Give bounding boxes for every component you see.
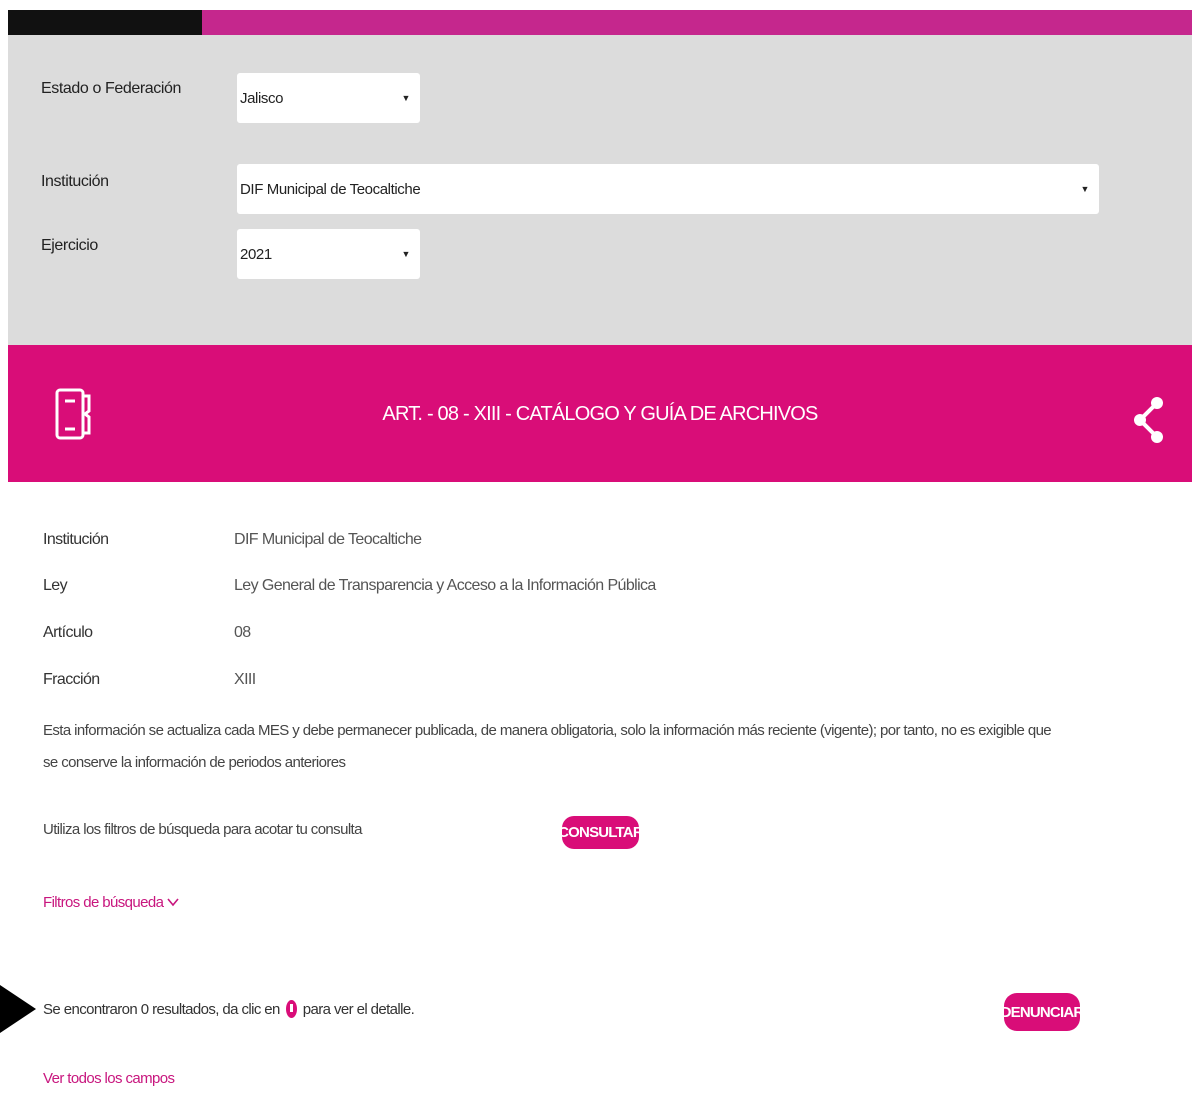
results-summary: Se encontraron 0 resultados, da clic en … [43,1000,415,1018]
ver-todos-campos-link[interactable]: Ver todos los campos [43,1070,175,1087]
institucion-label: Institución [41,173,109,190]
filtros-busqueda-label: Filtros de búsqueda [43,894,164,911]
top-strip-dark [8,10,202,35]
detail-fraccion-label: Fracción [43,671,100,688]
institucion-select-value: DIF Municipal de Teocaltiche [240,180,421,198]
detail-ley-value: Ley General de Transparencia y Acceso a … [234,577,656,594]
filter-panel: Estado o Federación Jalisco ▼ Institució… [8,35,1192,345]
filtros-busqueda-link[interactable]: Filtros de búsqueda [43,894,179,911]
share-icon[interactable] [1132,395,1166,450]
search-hint: Utiliza los filtros de búsqueda para aco… [43,821,362,838]
results-middle: resultados, da clic en [152,1000,280,1018]
estado-select-value: Jalisco [240,89,284,107]
ejercicio-select[interactable]: 2021 ▼ [237,229,420,279]
estado-label: Estado o Federación [41,80,182,97]
top-strip-accent [202,10,1192,35]
ejercicio-select-value: 2021 [240,245,272,263]
results-suffix: para ver el detalle. [302,1000,415,1018]
pointer-arrow-icon [0,985,36,1033]
detail-articulo-label: Artículo [43,624,93,641]
top-strip [8,10,1192,35]
denunciar-button[interactable]: DENUNCIAR [1001,993,1084,1031]
detail-institucion-label: Institución [43,531,109,548]
detail-institucion-value: DIF Municipal de Teocaltiche [234,531,422,548]
page: Estado o Federación Jalisco ▼ Institució… [0,0,1192,1114]
detail-articulo-value: 08 [234,624,251,641]
caret-down-icon: ▼ [401,249,410,259]
info-icon [285,1000,297,1018]
institucion-select[interactable]: DIF Municipal de Teocaltiche ▼ [237,164,1099,214]
consultar-button[interactable]: CONSULTAR [558,816,644,849]
section-title: ART. - 08 - XIII - CATÁLOGO Y GUÍA DE AR… [382,403,818,425]
results-prefix: Se encontraron [43,1000,138,1018]
section-banner: ART. - 08 - XIII - CATÁLOGO Y GUÍA DE AR… [8,345,1192,482]
chevron-down-icon [167,894,179,911]
detail-fraccion-value: XIII [234,671,256,688]
caret-down-icon: ▼ [1080,184,1089,194]
update-notice: Esta información se actualiza cada MES y… [43,722,1052,771]
ejercicio-label: Ejercicio [41,237,98,254]
estado-select[interactable]: Jalisco ▼ [237,73,420,123]
detail-ley-label: Ley [43,577,68,594]
caret-down-icon: ▼ [401,93,410,103]
results-count: 0 [140,1000,149,1018]
